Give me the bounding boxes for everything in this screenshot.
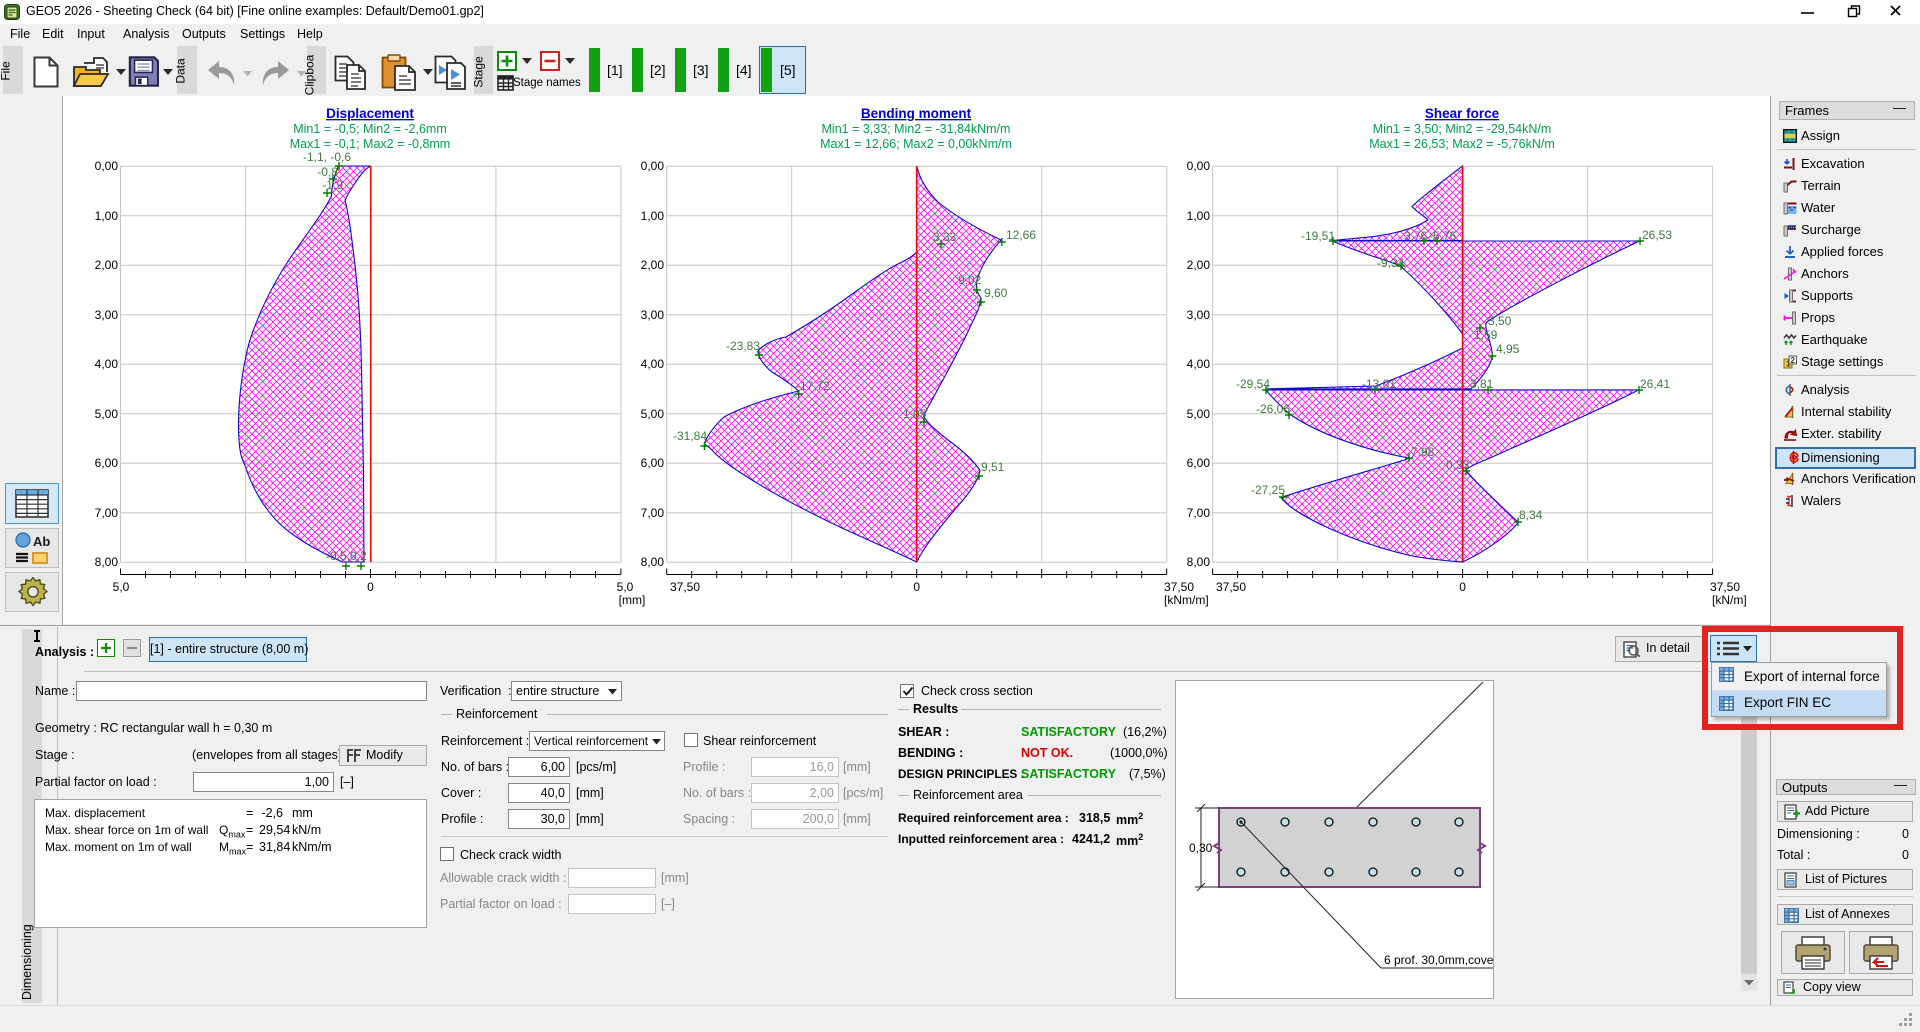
svg-text:1,05: 1,05 — [903, 407, 927, 421]
svg-text:Ab: Ab — [33, 534, 50, 549]
svg-text:-0,8: -0,8 — [317, 165, 338, 179]
svg-text:7,00: 7,00 — [95, 506, 119, 520]
svg-text:2: 2 — [1791, 356, 1796, 365]
svg-text:4,00: 4,00 — [1187, 357, 1211, 371]
svg-text:1,59: 1,59 — [1474, 328, 1498, 342]
svg-text:1,00: 1,00 — [95, 209, 119, 223]
svg-text:3,81: 3,81 — [1470, 377, 1494, 391]
svg-text:5,00: 5,00 — [1187, 407, 1211, 421]
svg-text:-17,72: -17,72 — [796, 379, 830, 393]
svg-text:26,41: 26,41 — [1640, 377, 1670, 391]
svg-text:Bending moment: Bending moment — [861, 106, 972, 121]
svg-text:37,50: 37,50 — [1216, 580, 1246, 594]
svg-text:Min1 = 3,50; Min2 = -29,54kN/m: Min1 = 3,50; Min2 = -29,54kN/m — [1373, 122, 1552, 136]
svg-text:[kNm/m]: [kNm/m] — [1164, 593, 1209, 607]
svg-text:5,0: 5,0 — [113, 580, 130, 594]
svg-text:-13,01: -13,01 — [1362, 377, 1396, 391]
svg-text:37,50: 37,50 — [670, 580, 700, 594]
svg-text:8,00: 8,00 — [95, 555, 119, 569]
svg-text:0,30: 0,30 — [1189, 841, 1213, 855]
svg-text:Max1 = 26,53; Max2 = -5,76kN/m: Max1 = 26,53; Max2 = -5,76kN/m — [1369, 137, 1555, 151]
svg-text:4,00: 4,00 — [95, 357, 119, 371]
svg-text:6,00: 6,00 — [95, 456, 119, 470]
svg-text:-1,1, -0,6: -1,1, -0,6 — [303, 150, 351, 164]
svg-text:1,00: 1,00 — [1187, 209, 1211, 223]
svg-text:5,00: 5,00 — [95, 407, 119, 421]
svg-text:8,34: 8,34 — [1519, 508, 1543, 522]
svg-text:7,00: 7,00 — [1187, 506, 1211, 520]
svg-text:0: 0 — [913, 580, 920, 594]
svg-text:Shear force: Shear force — [1425, 106, 1500, 121]
svg-text:0: 0 — [367, 580, 374, 594]
svg-text:0,00: 0,00 — [95, 159, 119, 173]
svg-text:3,33: 3,33 — [933, 230, 957, 244]
svg-text:5,0: 5,0 — [617, 580, 634, 594]
svg-text:-1,9: -1,9 — [322, 178, 343, 192]
svg-text:-7,98: -7,98 — [1407, 445, 1435, 459]
svg-text:Min1 = -0,5; Min2 = -2,6mm: Min1 = -0,5; Min2 = -2,6mm — [293, 122, 447, 136]
svg-text:-19,51: -19,51 — [1301, 229, 1335, 243]
svg-text:3,00: 3,00 — [641, 308, 665, 322]
svg-text:37,50: 37,50 — [1164, 580, 1194, 594]
svg-text:8,00: 8,00 — [1187, 555, 1211, 569]
svg-text:6 prof. 30,0mm,cove: 6 prof. 30,0mm,cove — [1384, 953, 1494, 967]
svg-text:-29,54: -29,54 — [1236, 377, 1270, 391]
svg-text:Max1 = -0,1; Max2 = -0,8mm: Max1 = -0,1; Max2 = -0,8mm — [290, 137, 450, 151]
svg-text:2,00: 2,00 — [641, 258, 665, 272]
svg-text:1,00: 1,00 — [641, 209, 665, 223]
svg-text:-31,84: -31,84 — [673, 429, 707, 443]
svg-text:9,51: 9,51 — [981, 460, 1005, 474]
svg-text:2,00: 2,00 — [95, 258, 119, 272]
svg-text:4,95: 4,95 — [1496, 342, 1520, 356]
svg-text:0: 0 — [1459, 580, 1466, 594]
svg-text:12,66: 12,66 — [1006, 228, 1036, 242]
svg-text:6,00: 6,00 — [641, 456, 665, 470]
svg-text:0,00: 0,00 — [1187, 159, 1211, 173]
svg-text:Max1 = 12,66; Max2 = 0,00kNm/m: Max1 = 12,66; Max2 = 0,00kNm/m — [820, 137, 1012, 151]
svg-text:3,50: 3,50 — [1488, 314, 1512, 328]
svg-text:3,76: 3,76 — [1404, 229, 1428, 243]
svg-text:-9,34: -9,34 — [1377, 256, 1405, 270]
svg-text:3,00: 3,00 — [95, 308, 119, 322]
svg-text:7,00: 7,00 — [641, 506, 665, 520]
svg-text:Displacement: Displacement — [326, 106, 414, 121]
svg-text:6,00: 6,00 — [1187, 456, 1211, 470]
svg-text:9,60: 9,60 — [984, 286, 1008, 300]
svg-text:-0,5,0,2: -0,5,0,2 — [326, 549, 367, 563]
svg-text:0,33: 0,33 — [1446, 458, 1470, 472]
svg-text:0,00: 0,00 — [641, 159, 665, 173]
svg-text:8,00: 8,00 — [641, 555, 665, 569]
svg-text:-27,25: -27,25 — [1251, 483, 1285, 497]
svg-text:-23,83: -23,83 — [726, 339, 760, 353]
svg-text:[kN/m]: [kN/m] — [1712, 593, 1747, 607]
svg-text:3,00: 3,00 — [1187, 308, 1211, 322]
svg-text:2,00: 2,00 — [1187, 258, 1211, 272]
svg-text:5,00: 5,00 — [641, 407, 665, 421]
svg-text:26,53: 26,53 — [1642, 228, 1672, 242]
svg-text:4,00: 4,00 — [641, 357, 665, 371]
svg-text:[mm]: [mm] — [619, 593, 646, 607]
svg-text:9,02: 9,02 — [958, 273, 982, 287]
svg-text:-26,06: -26,06 — [1256, 402, 1290, 416]
svg-text:-5,76: -5,76 — [1429, 229, 1457, 243]
svg-text:37,50: 37,50 — [1710, 580, 1740, 594]
svg-text:Min1 = 3,33; Min2 = -31,84kNm/: Min1 = 3,33; Min2 = -31,84kNm/m — [822, 122, 1011, 136]
